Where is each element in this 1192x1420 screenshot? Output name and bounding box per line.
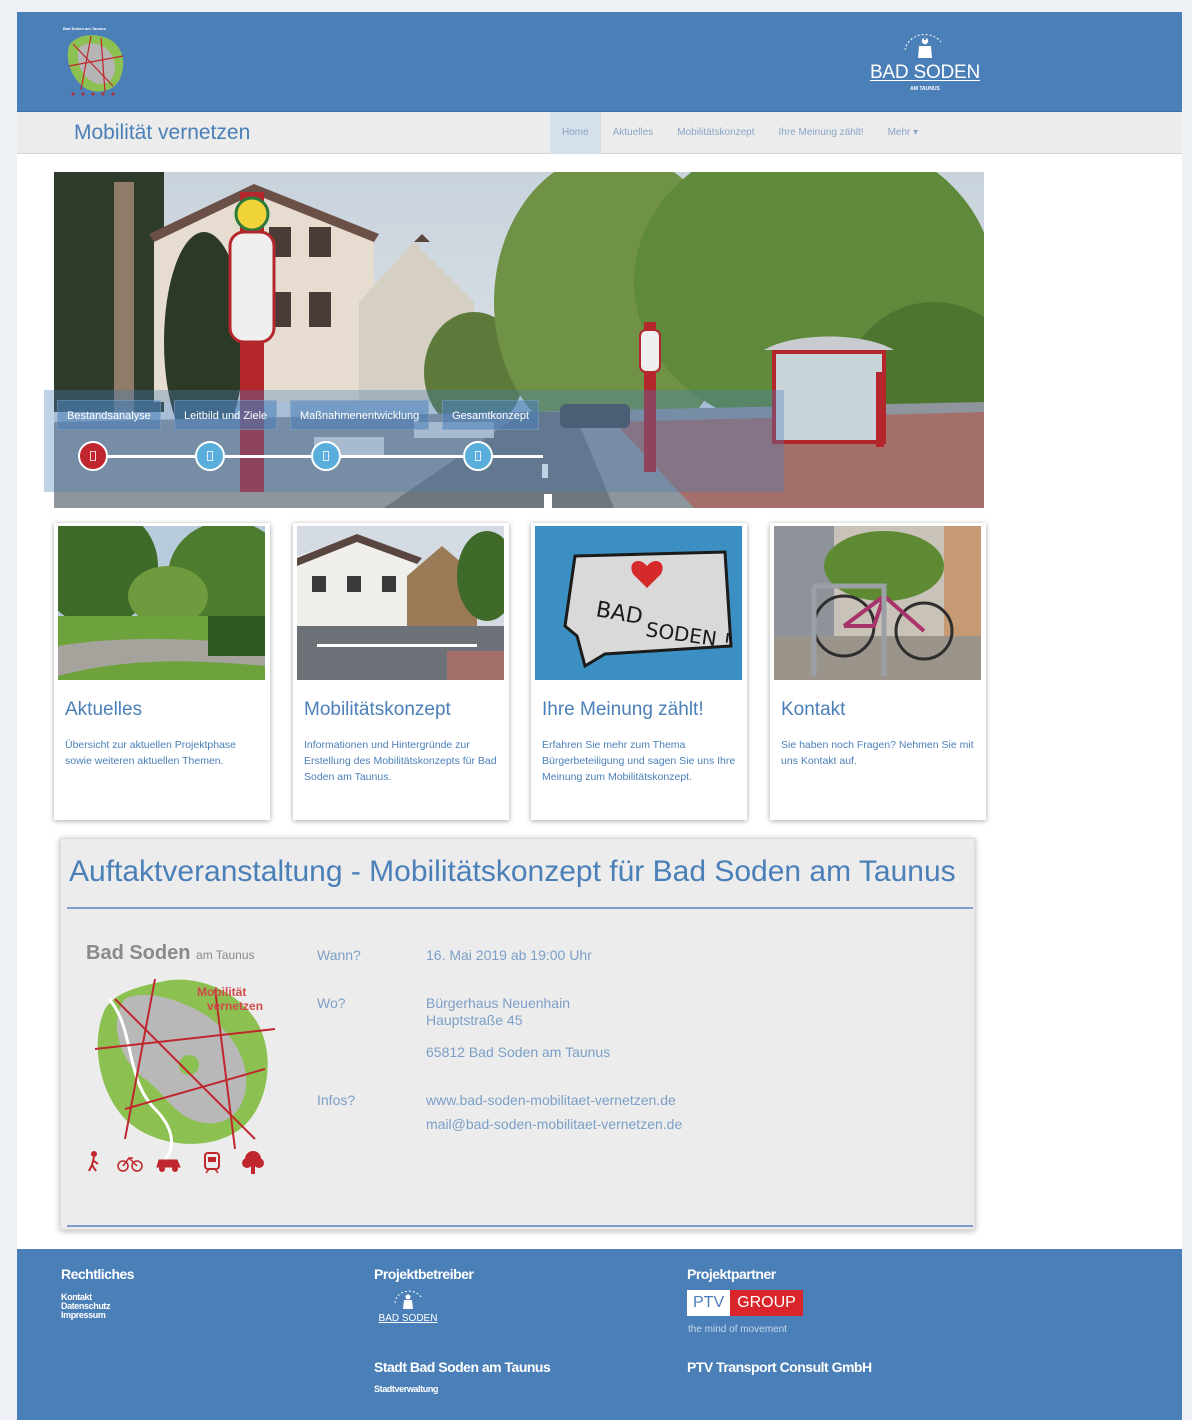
footer-partner-heading: Projektpartner — [687, 1266, 776, 1282]
event-where-label: Wo? — [317, 995, 346, 1011]
footer-operator-name: Stadt Bad Soden am Taunus — [374, 1359, 551, 1375]
timeline-dot-massnahmen[interactable] — [311, 441, 341, 471]
page: Bad Soden am Taunus BAD SODEN AM TAUNUS … — [17, 12, 1182, 1420]
footer-partner-name: PTV Transport Consult GmbH — [687, 1359, 872, 1375]
site-brand[interactable]: Mobilität vernetzen — [74, 121, 250, 145]
card-image-park — [58, 526, 265, 680]
site-header: Bad Soden am Taunus BAD SODEN AM TAUNUS — [17, 12, 1182, 112]
project-logo[interactable]: Bad Soden am Taunus — [61, 26, 131, 98]
operator-logo-text: BAD SODEN — [378, 1313, 438, 1324]
park-photo — [58, 526, 265, 680]
event-when-label: Wann? — [317, 947, 361, 963]
document-icon — [475, 451, 481, 461]
street-photo — [297, 526, 504, 680]
event-info-label: Infos? — [317, 1092, 356, 1108]
card-ihre-meinung[interactable]: BAD SODEN ! Ihre Meinung zählt! Erfahren… — [531, 523, 747, 820]
timeline-dot-bestandsanalyse[interactable] — [78, 441, 108, 471]
card-image-street — [297, 526, 504, 680]
footer-link-impressum[interactable]: Impressum — [61, 1311, 106, 1320]
event-where-line2: Hauptstraße 45 — [426, 1012, 523, 1028]
card-title: Ihre Meinung zählt! — [542, 699, 704, 720]
city-logo[interactable]: BAD SODEN AM TAUNUS — [869, 32, 981, 98]
card-title: Aktuelles — [65, 699, 143, 720]
card-description: Erfahren Sie mehr zum Thema Bürgerbeteil… — [542, 739, 736, 783]
city-logo-sub: AM TAUNUS — [910, 86, 940, 92]
nav-item-aktuelles[interactable]: Aktuelles — [601, 112, 666, 154]
flyer-slogan-line1: Mobilität — [197, 985, 247, 999]
ptv-logo-left: PTV — [687, 1290, 731, 1316]
nav-item-mobilitaetskonzept[interactable]: Mobilitätskonzept — [665, 112, 766, 154]
timeline-step-gesamtkonzept[interactable]: Gesamtkonzept — [442, 400, 540, 430]
bicycle-icon — [117, 1156, 143, 1172]
operator-logo[interactable]: BAD SODEN — [373, 1289, 443, 1337]
ptv-logo-right: GROUP — [730, 1290, 803, 1316]
event-flyer: Bad Soden am Taunus Mobilität vernetzen — [85, 939, 281, 1185]
timeline-step-massnahmen[interactable]: Maßnahmenentwicklung — [290, 400, 430, 430]
divider — [67, 1225, 973, 1227]
flyer-slogan: Mobilität vernetzen — [169, 985, 277, 1013]
event-info-website-link[interactable]: www.bad-soden-mobilitaet-vernetzen.de — [426, 1092, 676, 1109]
card-image-bicycles — [774, 526, 981, 680]
event-title: Auftaktveranstaltung - Mobilitätskonzept… — [69, 855, 956, 888]
nav-menu: Home Aktuelles Mobilitätskonzept Ihre Me… — [550, 112, 930, 154]
footer-legal-heading: Rechtliches — [61, 1266, 135, 1282]
car-icon — [156, 1159, 181, 1172]
nav-item-ihre-meinung[interactable]: Ihre Meinung zählt! — [767, 112, 876, 154]
event-where-line1: Bürgerhaus Neuenhain — [426, 995, 570, 1011]
timeline-step-bestandsanalyse[interactable]: Bestandsanalyse — [57, 400, 161, 430]
city-logo-name: BAD SODEN — [869, 62, 981, 83]
card-description: Sie haben noch Fragen? Nehmen Sie mit un… — [781, 739, 974, 767]
document-icon — [323, 451, 329, 461]
bicycle-photo — [774, 526, 981, 680]
card-mobilitaetskonzept[interactable]: Mobilitätskonzept Informationen und Hint… — [293, 523, 509, 820]
card-title: Kontakt — [781, 699, 846, 720]
document-icon — [90, 451, 96, 461]
card-title: Mobilitätskonzept — [304, 699, 451, 720]
timeline-step-leitbild[interactable]: Leitbild und Ziele — [174, 400, 278, 430]
site-footer: Rechtliches Kontakt Datenschutz Impressu… — [17, 1249, 1182, 1420]
tram-icon — [204, 1152, 220, 1174]
nav-item-home[interactable]: Home — [550, 112, 601, 154]
card-description: Informationen und Hintergründe zur Erste… — [304, 739, 497, 783]
timeline-dot-gesamtkonzept[interactable] — [463, 441, 493, 471]
project-map-icon — [67, 35, 124, 96]
transport-icons — [88, 1151, 264, 1174]
timeline-dot-leitbild[interactable] — [195, 441, 225, 471]
footer-operator-heading: Projektbetreiber — [374, 1266, 474, 1282]
event-when-value: 16. Mai 2019 ab 19:00 Uhr — [426, 947, 592, 963]
card-aktuelles[interactable]: Aktuelles Übersicht zur aktuellen Projek… — [54, 523, 270, 820]
pedestrian-icon — [88, 1151, 99, 1172]
ptv-tagline: the mind of movement — [688, 1324, 787, 1335]
main-navbar: Mobilität vernetzen Home Aktuelles Mobil… — [17, 112, 1182, 154]
card-kontakt[interactable]: Kontakt Sie haben noch Fragen? Nehmen Si… — [770, 523, 986, 820]
flyer-slogan-line2: vernetzen — [207, 999, 264, 1013]
event-announcement: Auftaktveranstaltung - Mobilitätskonzept… — [60, 838, 975, 1230]
graffiti-photo: BAD SODEN ! — [535, 526, 742, 680]
city-crest-icon — [394, 1290, 422, 1309]
city-crest-icon — [904, 34, 942, 58]
nav-item-mehr-dropdown[interactable]: Mehr ▾ — [876, 112, 931, 154]
footer-operator-sub: Stadtverwaltung — [374, 1384, 439, 1394]
card-description: Übersicht zur aktuellen Projektphase sow… — [65, 739, 237, 767]
document-icon — [207, 451, 213, 461]
project-logo-text: Bad Soden am Taunus — [63, 26, 106, 31]
tree-icon — [242, 1151, 264, 1174]
card-image-graffiti: BAD SODEN ! — [535, 526, 742, 680]
ptv-logo[interactable]: PTV GROUP — [687, 1290, 803, 1316]
event-where-line3: 65812 Bad Soden am Taunus — [426, 1044, 611, 1060]
event-info-email-link[interactable]: mail@bad-soden-mobilitaet-vernetzen.de — [426, 1116, 682, 1133]
divider — [67, 907, 973, 909]
